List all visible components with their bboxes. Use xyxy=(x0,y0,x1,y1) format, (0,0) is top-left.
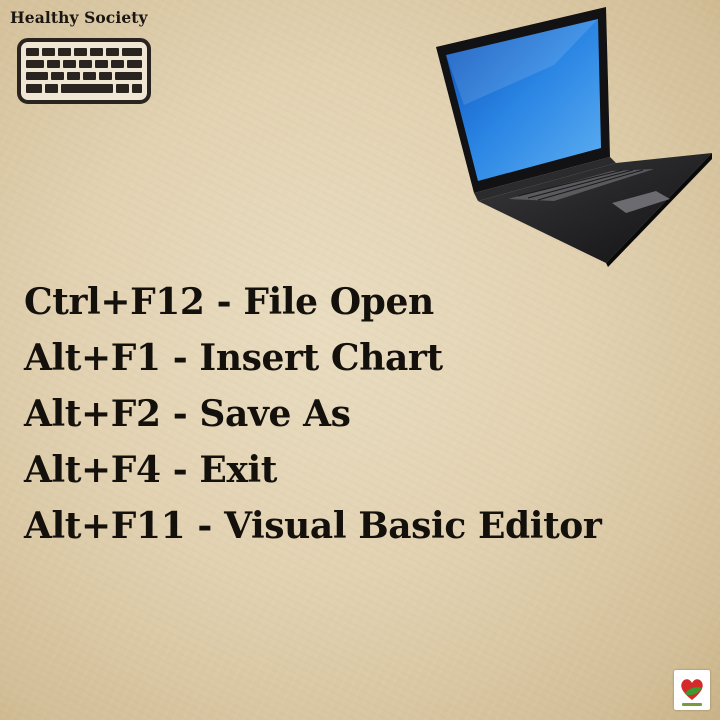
brand-title: Healthy Society xyxy=(10,8,148,27)
heart-leaf-icon xyxy=(681,679,703,706)
shortcut-action: Visual Basic Editor xyxy=(224,505,602,547)
shortcut-item: Alt+F1 - Insert Chart xyxy=(24,330,601,386)
keyboard-icon xyxy=(17,38,151,104)
shortcut-item: Alt+F11 - Visual Basic Editor xyxy=(24,498,602,554)
shortcut-item: Ctrl+F12 - File Open xyxy=(24,274,601,330)
shortcut-keys: Ctrl+F12 xyxy=(24,281,205,323)
shortcut-item: Alt+F2 - Save As xyxy=(24,386,601,442)
shortcut-separator: - xyxy=(160,393,200,435)
shortcut-action: File Open xyxy=(243,281,434,323)
shortcut-action: Exit xyxy=(199,449,278,491)
shortcut-action: Save As xyxy=(199,393,351,435)
heart-badge-icon xyxy=(674,670,710,710)
shortcut-separator: - xyxy=(160,337,200,379)
shortcut-separator: - xyxy=(204,281,244,323)
shortcut-separator: - xyxy=(185,505,225,547)
shortcut-keys: Alt+F1 xyxy=(24,337,161,379)
shortcut-separator: - xyxy=(160,449,200,491)
shortcut-keys: Alt+F11 xyxy=(24,505,186,547)
shortcut-item: Alt+F4 - Exit xyxy=(24,442,601,498)
shortcut-keys: Alt+F4 xyxy=(24,449,161,491)
shortcut-keys: Alt+F2 xyxy=(24,393,161,435)
shortcut-action: Insert Chart xyxy=(199,337,443,379)
shortcut-list: Ctrl+F12 - File Open Alt+F1 - Insert Cha… xyxy=(24,274,602,554)
laptop-icon xyxy=(436,7,712,267)
